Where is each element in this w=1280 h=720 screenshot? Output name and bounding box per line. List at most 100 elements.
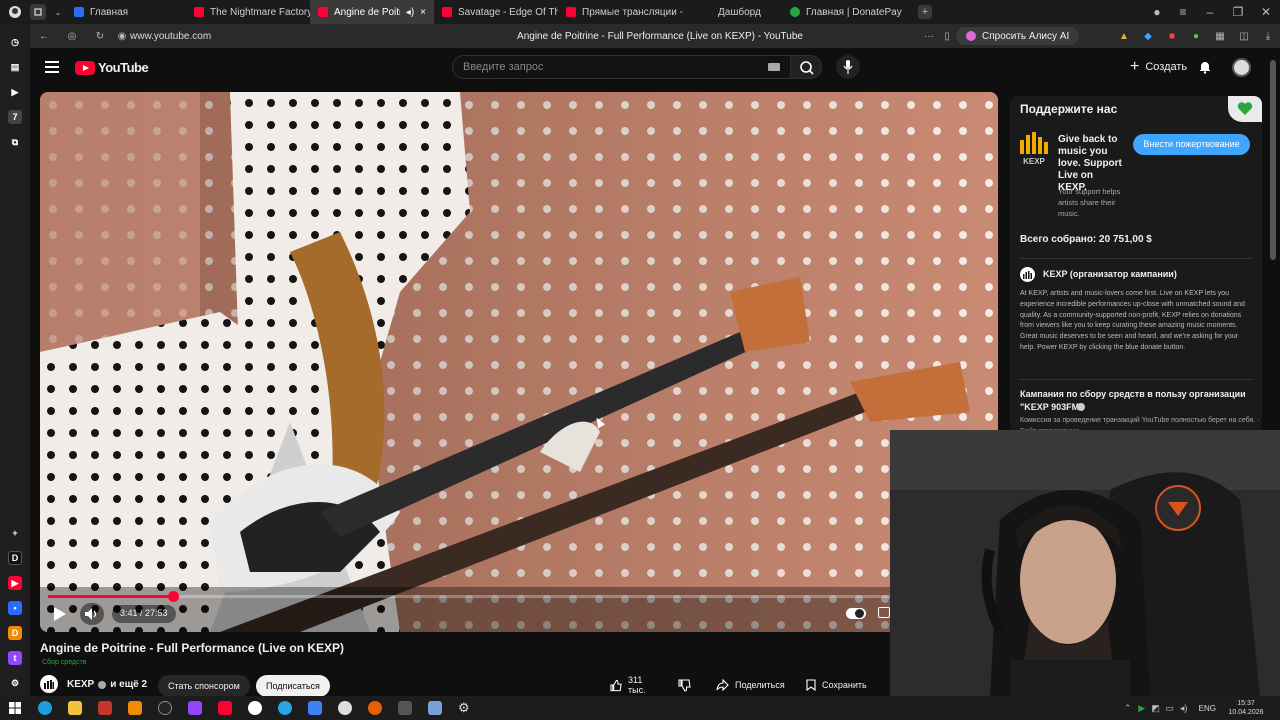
d-app-icon[interactable] xyxy=(128,701,142,715)
protect-icon[interactable]: ◎ xyxy=(58,31,86,42)
notifications-bell-icon[interactable] xyxy=(1198,60,1212,74)
play-button[interactable] xyxy=(52,604,68,624)
youtube-logo[interactable]: YouTube xyxy=(75,60,149,75)
subscribe-button[interactable]: Подписаться xyxy=(256,675,330,697)
tray-volume-icon[interactable]: ◂) xyxy=(1177,703,1191,714)
save-button[interactable]: Сохранить xyxy=(796,674,877,696)
ask-alice-button[interactable]: Спросить Алису AI xyxy=(956,27,1080,45)
chat-app-icon[interactable]: • xyxy=(8,601,22,615)
tray-chevron-icon[interactable]: ⌃ xyxy=(1121,703,1135,714)
extension-icon[interactable]: ▲ xyxy=(1112,31,1136,42)
reload-icon[interactable]: ↻ xyxy=(86,31,114,42)
youtube-app-icon[interactable]: ▶ xyxy=(8,576,22,590)
bookmark-icon[interactable]: ▯ xyxy=(938,31,956,42)
maximize-icon[interactable]: ❐ xyxy=(1224,5,1252,19)
tab-donatepay[interactable]: Главная | DonatePay xyxy=(782,0,906,24)
screenshot-icon[interactable]: ⧉ xyxy=(8,135,22,149)
media-icon[interactable]: ▶ xyxy=(8,85,22,99)
account-icon[interactable]: ● xyxy=(1144,5,1170,19)
tab-savatage[interactable]: Savatage - Edge Of Thorns xyxy=(434,0,558,24)
dislike-button[interactable] xyxy=(676,677,692,693)
tabs-dropdown-icon[interactable]: ⌄ xyxy=(50,8,66,17)
edge-app-icon[interactable] xyxy=(38,701,52,715)
like-button[interactable]: 311 тыс. xyxy=(600,674,670,696)
tab-home[interactable]: Главная xyxy=(66,0,186,24)
create-label: Создать xyxy=(1145,61,1188,73)
tab-angine-de-poitrine[interactable]: Angine de Poitrine - ◂) × xyxy=(310,0,434,24)
collections-icon[interactable]: ▤ xyxy=(8,60,22,74)
new-tab-icon[interactable]: + xyxy=(918,5,932,19)
fundraiser-tag[interactable]: Сбор средств xyxy=(40,658,88,667)
youtube-app-icon[interactable] xyxy=(218,701,232,715)
dl-app-icon[interactable]: D xyxy=(8,551,22,565)
speaker-icon[interactable]: ◂) xyxy=(406,7,414,18)
channel-avatar[interactable] xyxy=(40,675,58,693)
video-player[interactable]: 3:41 / 27:53 xyxy=(40,92,998,632)
donate-button[interactable]: Внести пожертвование xyxy=(1133,134,1250,155)
tab-live-streams[interactable]: Прямые трансляции - Yo ✕ xyxy=(558,0,684,24)
notes-icon[interactable]: 7 xyxy=(8,110,22,124)
volume-button[interactable] xyxy=(80,603,104,625)
clock[interactable]: 15:37 10.04.2026 xyxy=(1224,699,1268,717)
clock-time: 15:37 xyxy=(1237,700,1255,707)
url-text[interactable]: www.youtube.com xyxy=(130,31,400,42)
vpn-app-icon[interactable] xyxy=(308,701,322,715)
close-window-icon[interactable]: ✕ xyxy=(1252,5,1280,19)
sponsor-button[interactable]: Стать спонсором xyxy=(158,675,250,697)
settings-app-icon[interactable]: ⚙ xyxy=(458,701,472,715)
obs-app-icon[interactable] xyxy=(338,701,352,715)
notes-app-icon[interactable] xyxy=(398,701,412,715)
extension-icon[interactable]: ◫ xyxy=(1232,31,1256,42)
youtube-favicon-icon xyxy=(318,7,328,17)
sidebar-settings-icon[interactable]: ⚙ xyxy=(8,676,22,690)
search-button[interactable] xyxy=(790,55,822,79)
user-avatar[interactable] xyxy=(1232,58,1251,77)
news-app-icon[interactable] xyxy=(98,701,112,715)
tool-app-icon[interactable] xyxy=(428,701,442,715)
tray-app-icon[interactable]: ▶ xyxy=(1135,703,1149,714)
extension-icon[interactable]: ▦ xyxy=(1208,31,1232,42)
create-button[interactable]: + Создать xyxy=(1120,56,1197,78)
like-count: 311 тыс. xyxy=(628,675,646,695)
panel-scrollbar[interactable] xyxy=(1270,60,1276,260)
tab-overview-icon[interactable] xyxy=(30,4,46,20)
tab-dashboard[interactable]: Дашборд xyxy=(684,0,782,24)
windows-start-icon[interactable] xyxy=(0,696,30,720)
battery-icon[interactable]: ▭ xyxy=(1163,703,1177,714)
hamburger-menu-icon[interactable] xyxy=(44,60,60,74)
firefox-app-icon[interactable] xyxy=(368,701,382,715)
subtitles-icon[interactable] xyxy=(878,607,890,618)
twitch-app-icon[interactable] xyxy=(188,701,202,715)
twitch-app-icon[interactable]: t xyxy=(8,651,22,665)
close-tab-icon[interactable]: × xyxy=(420,7,426,18)
keyboard-icon[interactable] xyxy=(768,63,780,71)
telegram-app-icon[interactable] xyxy=(278,701,292,715)
extension-icon[interactable]: ■ xyxy=(1160,31,1184,42)
autoplay-toggle[interactable] xyxy=(846,608,866,619)
site-info-icon[interactable]: ◉ xyxy=(114,31,130,42)
channel-name[interactable]: KEXP и ещё 2 xyxy=(67,679,147,690)
music-app-icon[interactable] xyxy=(158,701,172,715)
volume-icon xyxy=(85,608,97,620)
browser-menu-icon[interactable]: ≡ xyxy=(1170,5,1196,19)
search-input[interactable]: Введите запрос xyxy=(452,55,792,79)
tab-nightmare-factory[interactable]: The Nightmare Factory - Y xyxy=(186,0,310,24)
language-indicator[interactable]: ENG xyxy=(1199,704,1216,713)
extension-icon[interactable]: ◆ xyxy=(1136,31,1160,42)
explorer-app-icon[interactable] xyxy=(68,701,82,715)
back-icon[interactable]: ← xyxy=(30,31,58,42)
extension-icon[interactable]: ● xyxy=(1184,31,1208,42)
add-sidebar-app-icon[interactable]: + xyxy=(8,526,22,540)
share-button[interactable]: Поделиться xyxy=(706,674,795,696)
download-icon[interactable]: ⤓ xyxy=(1256,31,1280,42)
yandex-browser-icon[interactable] xyxy=(248,701,262,715)
youtube-favicon-icon xyxy=(194,7,204,17)
browser-profile-icon[interactable] xyxy=(0,0,30,24)
progress-track[interactable] xyxy=(48,591,990,602)
history-icon[interactable]: ◷ xyxy=(8,35,22,49)
network-icon[interactable]: ◩ xyxy=(1149,703,1163,714)
voice-search-icon[interactable] xyxy=(836,55,860,79)
minimize-icon[interactable]: – xyxy=(1196,5,1224,19)
donationalerts-app-icon[interactable]: D xyxy=(8,626,22,640)
more-icon[interactable]: ··· xyxy=(920,31,938,42)
